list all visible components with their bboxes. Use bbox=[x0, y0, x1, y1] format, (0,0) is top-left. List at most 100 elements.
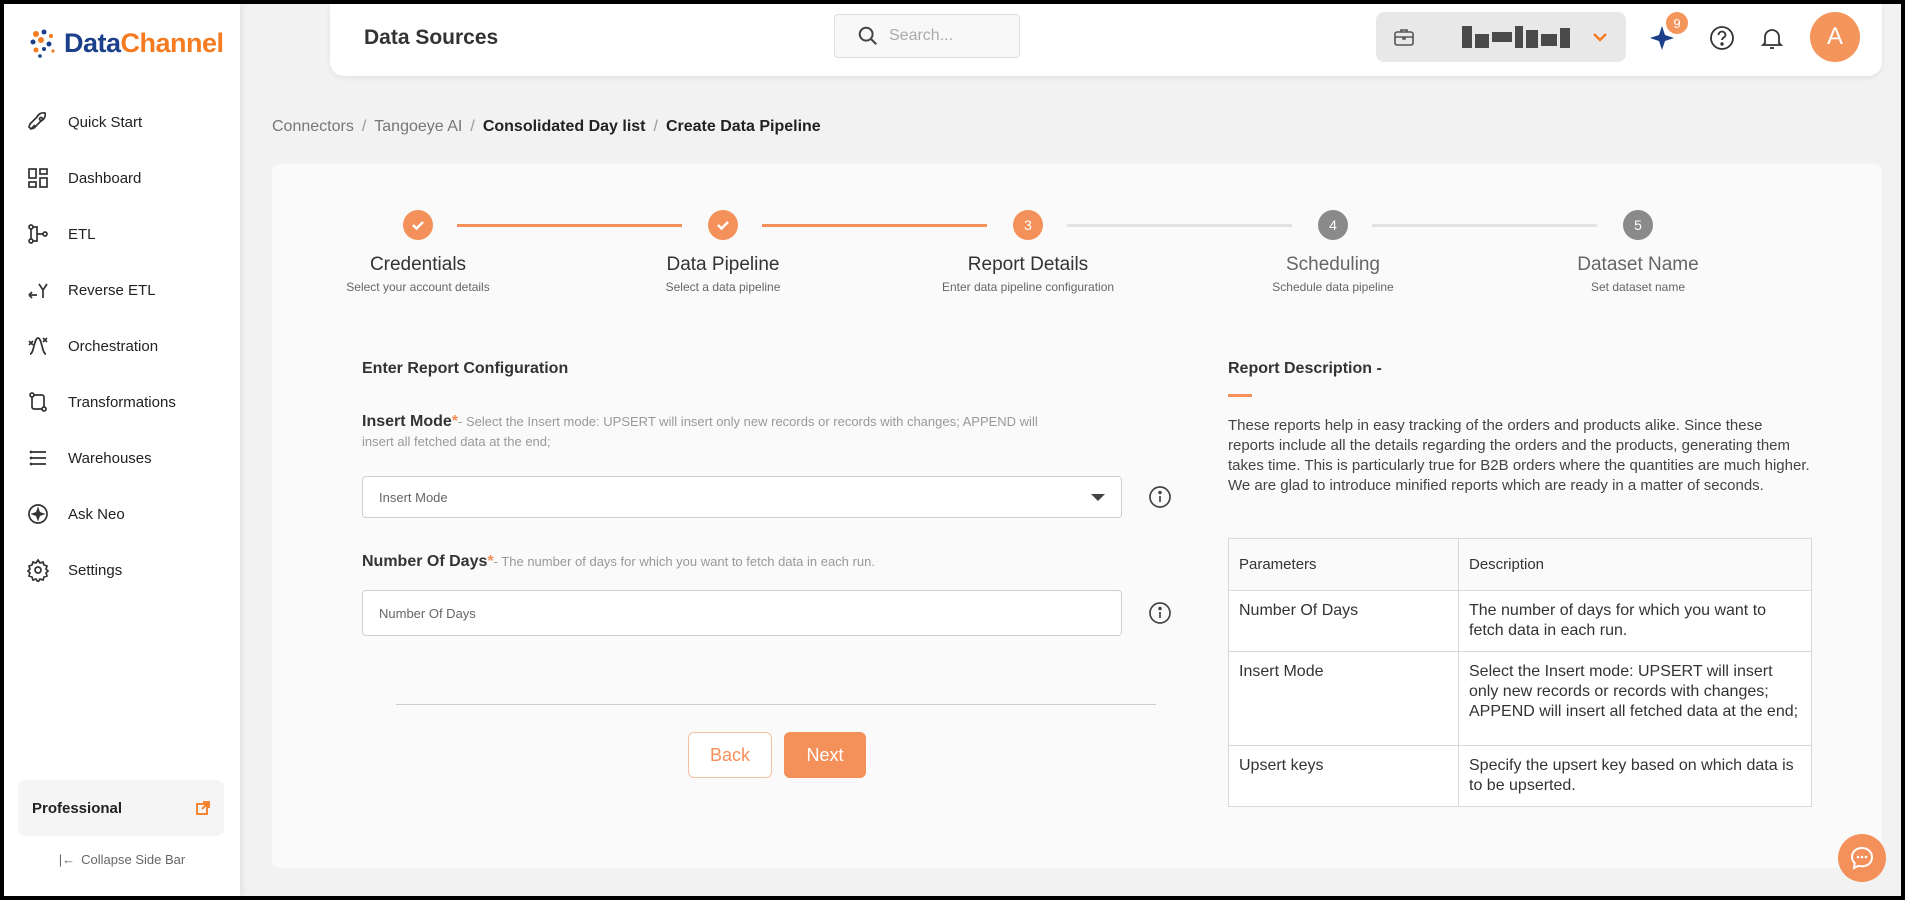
warehouse-icon bbox=[29, 450, 46, 466]
sidebar-item-label: Orchestration bbox=[68, 337, 159, 355]
breadcrumb-item-report[interactable]: Consolidated Day list bbox=[483, 118, 646, 136]
sidebar-item-label: Quick Start bbox=[68, 113, 143, 131]
param-description: Select the Insert mode: UPSERT will inse… bbox=[1458, 651, 1812, 746]
avatar[interactable]: A bbox=[1810, 12, 1860, 62]
breadcrumb-item-current: Create Data Pipeline bbox=[665, 118, 821, 135]
form-divider bbox=[396, 704, 1156, 705]
sidebar-item-reverse-etl[interactable]: Reverse ETL bbox=[4, 262, 240, 318]
next-button[interactable]: Next bbox=[784, 732, 866, 778]
sidebar-item-label: Transformations bbox=[68, 393, 176, 411]
sidebar: DataChannel Quick Start Dashboard ETL Re… bbox=[4, 4, 240, 896]
insert-mode-label-text: Insert Mode bbox=[362, 413, 452, 430]
breadcrumb-separator: / bbox=[470, 118, 475, 135]
step-scheduling[interactable]: 4 Scheduling Schedule data pipeline bbox=[1233, 210, 1433, 294]
table-row: Number Of Days The number of days for wh… bbox=[1228, 590, 1812, 652]
breadcrumb-separator: / bbox=[361, 118, 367, 135]
chat-support-button[interactable] bbox=[1838, 834, 1886, 882]
workspace-name-redacted bbox=[1462, 26, 1574, 48]
check-icon bbox=[717, 221, 729, 231]
form-title: Enter Report Configuration bbox=[362, 360, 569, 377]
number-of-days-label: Number Of Days*- The number of days for … bbox=[362, 552, 1042, 572]
sidebar-item-label: Reverse ETL bbox=[68, 281, 156, 299]
chat-icon bbox=[1850, 846, 1874, 870]
collapse-icon: |← bbox=[58, 852, 76, 867]
caret-down-icon bbox=[1091, 493, 1105, 501]
reverse-etl-icon bbox=[28, 283, 48, 299]
search-icon bbox=[858, 26, 877, 45]
report-description-title: Report Description - bbox=[1228, 360, 1382, 377]
bell-icon[interactable] bbox=[1758, 24, 1786, 52]
breadcrumb-item-connector[interactable]: Tangoeye AI bbox=[374, 118, 462, 136]
insert-mode-placeholder: Insert Mode bbox=[379, 489, 448, 505]
column-header: Description bbox=[1458, 538, 1812, 591]
back-button[interactable]: Back bbox=[688, 732, 772, 778]
rocket-icon bbox=[28, 111, 47, 130]
orchestration-icon bbox=[28, 337, 48, 355]
param-name: Upsert keys bbox=[1228, 745, 1459, 807]
sidebar-nav: Quick Start Dashboard ETL Reverse ETL Or… bbox=[4, 94, 240, 598]
table-row: Upsert keys Specify the upsert key based… bbox=[1228, 745, 1812, 807]
sidebar-item-warehouses[interactable]: Warehouses bbox=[4, 430, 240, 486]
sidebar-item-transformations[interactable]: Transformations bbox=[4, 374, 240, 430]
notification-count-badge: 9 bbox=[1666, 12, 1688, 34]
table-header-row: Parameters Description bbox=[1228, 538, 1812, 591]
param-name: Insert Mode bbox=[1228, 651, 1459, 746]
sidebar-item-dashboard[interactable]: Dashboard bbox=[4, 150, 240, 206]
insert-mode-label: Insert Mode*- Select the Insert mode: UP… bbox=[362, 412, 1042, 452]
step-sub: Select a data pipeline bbox=[665, 280, 781, 294]
info-icon[interactable] bbox=[1148, 485, 1172, 509]
logo-text: DataChannel bbox=[64, 27, 224, 58]
step-name: Data Pipeline bbox=[666, 254, 780, 275]
number-of-days-label-text: Number Of Days bbox=[362, 553, 488, 570]
external-link-icon[interactable] bbox=[196, 801, 210, 815]
step-dot-done bbox=[708, 210, 738, 240]
param-name: Number Of Days bbox=[1228, 590, 1459, 652]
workspace-selector[interactable] bbox=[1376, 12, 1626, 62]
etl-icon bbox=[28, 224, 48, 244]
transformations-icon bbox=[29, 392, 47, 412]
step-sub: Select your account details bbox=[346, 280, 490, 294]
step-dot-todo: 4 bbox=[1318, 210, 1348, 240]
step-dot-active: 3 bbox=[1013, 210, 1043, 240]
step-dot-done bbox=[403, 210, 433, 240]
sidebar-item-ask-neo[interactable]: Ask Neo bbox=[4, 486, 240, 542]
step-dataset-name[interactable]: 5 Dataset Name Set dataset name bbox=[1538, 210, 1738, 294]
sidebar-item-quick-start[interactable]: Quick Start bbox=[4, 94, 240, 150]
step-name: Report Details bbox=[967, 254, 1089, 275]
sidebar-item-orchestration[interactable]: Orchestration bbox=[4, 318, 240, 374]
briefcase-icon bbox=[1394, 29, 1414, 46]
step-name: Dataset Name bbox=[1577, 254, 1699, 275]
breadcrumb-item-connectors[interactable]: Connectors bbox=[272, 118, 354, 136]
step-name: Scheduling bbox=[1285, 254, 1381, 275]
search-box[interactable]: Search... bbox=[834, 14, 1020, 58]
step-report-details[interactable]: 3 Report Details Enter data pipeline con… bbox=[928, 210, 1128, 294]
check-icon bbox=[412, 221, 424, 231]
step-credentials[interactable]: Credentials Select your account details bbox=[318, 210, 518, 294]
step-sub: Set dataset name bbox=[1590, 280, 1686, 294]
column-header: Parameters bbox=[1228, 538, 1459, 591]
breadcrumb-separator: / bbox=[653, 118, 658, 135]
sidebar-item-etl[interactable]: ETL bbox=[4, 206, 240, 262]
insert-mode-help: - Select the Insert mode: UPSERT will in… bbox=[362, 414, 1038, 449]
sidebar-item-settings[interactable]: Settings bbox=[4, 542, 240, 598]
logo-mark-icon bbox=[30, 29, 55, 58]
search-input[interactable]: Search... bbox=[889, 27, 953, 45]
collapse-label: Collapse Side Bar bbox=[81, 852, 186, 867]
top-header: Data Sources Search... 9 A bbox=[330, 4, 1882, 76]
plan-box[interactable]: Professional bbox=[18, 780, 224, 836]
step-sub: Schedule data pipeline bbox=[1272, 280, 1394, 294]
number-of-days-input[interactable]: Number Of Days bbox=[362, 590, 1122, 636]
info-icon[interactable] bbox=[1148, 601, 1172, 625]
step-data-pipeline[interactable]: Data Pipeline Select a data pipeline bbox=[623, 210, 823, 294]
param-description: The number of days for which you want to… bbox=[1458, 590, 1812, 652]
step-dot-todo: 5 bbox=[1623, 210, 1653, 240]
collapse-sidebar-button[interactable]: |← Collapse Side Bar bbox=[4, 852, 240, 867]
param-description: Specify the upsert key based on which da… bbox=[1458, 745, 1812, 807]
sidebar-item-label: Dashboard bbox=[68, 169, 142, 187]
sidebar-item-label: ETL bbox=[68, 225, 96, 243]
page-title: Data Sources bbox=[364, 26, 499, 49]
insert-mode-select[interactable]: Insert Mode bbox=[362, 476, 1122, 518]
plan-label: Professional bbox=[32, 799, 123, 817]
logo[interactable]: DataChannel bbox=[26, 26, 224, 60]
help-icon[interactable] bbox=[1708, 24, 1736, 52]
